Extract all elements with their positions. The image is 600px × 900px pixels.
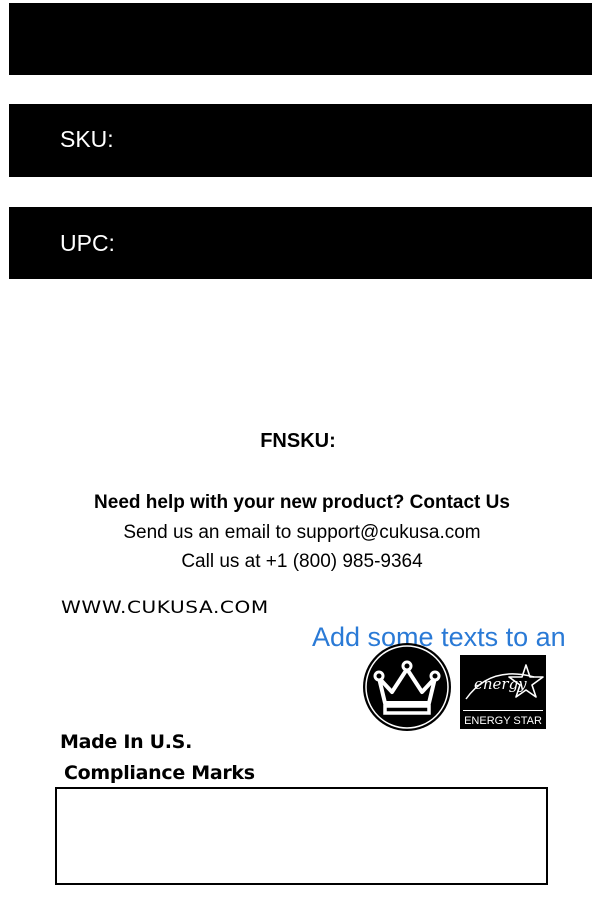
support-email-line: Send us an email to support@cukusa.com [123, 522, 481, 543]
energy-star-icon: energy [465, 664, 544, 700]
support-heading: Need help with your new product? Contact… [94, 492, 510, 513]
energy-star-script: energy [474, 675, 527, 693]
energy-star-logo: energy ENERGY STAR [460, 655, 546, 729]
upc-label: UPC: [60, 230, 115, 256]
compliance-heading: Compliance Marks [64, 762, 255, 784]
crown-icon [362, 642, 452, 732]
title-bar [9, 3, 592, 75]
website-url: WWW.CUKUSA.COM [61, 598, 269, 618]
energy-star-divider [463, 710, 543, 711]
add-text-placeholder[interactable]: Add some texts to an [312, 622, 600, 653]
product-label-page: SKU: UPC: FNSKU: Need help with your new… [0, 0, 600, 900]
fnsku-label: FNSKU: [260, 430, 336, 452]
sku-bar: SKU: [9, 104, 592, 177]
compliance-marks-box [55, 787, 548, 885]
sku-label: SKU: [60, 126, 114, 152]
upc-bar: UPC: [9, 207, 592, 279]
support-phone-line: Call us at +1 (800) 985-9364 [181, 551, 423, 572]
energy-star-label: ENERGY STAR [464, 715, 542, 727]
country-of-origin: Made In U.S. [60, 731, 192, 753]
